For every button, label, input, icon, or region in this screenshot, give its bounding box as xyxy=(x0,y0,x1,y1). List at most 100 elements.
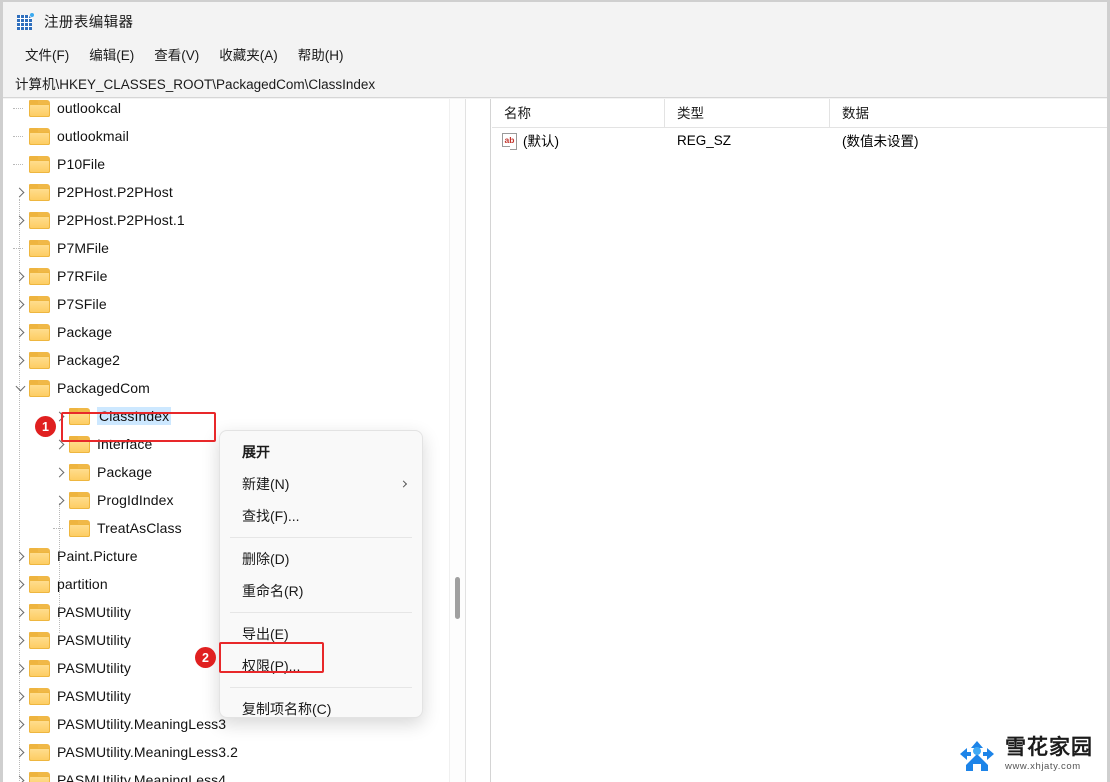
pane-splitter[interactable] xyxy=(466,99,491,782)
tree-item[interactable]: Package2 xyxy=(3,346,465,374)
ctx-rename[interactable]: 重命名(R) xyxy=(220,575,422,607)
value-name-cell: ab (默认) xyxy=(492,130,665,150)
tree-item[interactable]: Package xyxy=(3,318,465,346)
tree-item[interactable]: PASMUtility.MeaningLess4 xyxy=(3,766,465,782)
chevron-right-icon[interactable] xyxy=(11,766,29,782)
menu-file[interactable]: 文件(F) xyxy=(15,42,79,66)
chevron-right-icon[interactable] xyxy=(11,626,29,654)
menu-favorites[interactable]: 收藏夹(A) xyxy=(209,42,288,66)
tree-item-label: P7SFile xyxy=(57,296,107,312)
tree-leaf-spacer xyxy=(51,514,69,542)
tree-item-label: P2PHost.P2PHost xyxy=(57,184,173,200)
chevron-right-icon[interactable] xyxy=(51,458,69,486)
tree-item[interactable]: P10File xyxy=(3,150,465,178)
chevron-down-icon[interactable] xyxy=(11,374,29,402)
values-column-headers: 名称 类型 数据 xyxy=(492,98,1110,128)
tree-item-selected[interactable]: ClassIndex xyxy=(3,402,465,430)
column-header-name[interactable]: 名称 xyxy=(492,98,665,128)
chevron-right-icon xyxy=(399,480,408,488)
chevron-right-icon[interactable] xyxy=(51,486,69,514)
folder-icon xyxy=(29,183,50,201)
ctx-find[interactable]: 查找(F)... xyxy=(220,500,422,532)
tree-scrollbar-thumb[interactable] xyxy=(455,577,460,619)
ctx-new[interactable]: 新建(N) xyxy=(220,468,422,500)
menu-view[interactable]: 查看(V) xyxy=(144,42,209,66)
tree-item-label: Interface xyxy=(97,436,153,452)
tree-item[interactable]: outlookcal xyxy=(3,99,465,122)
value-type-cell: REG_SZ xyxy=(677,132,732,148)
column-header-data[interactable]: 数据 xyxy=(830,99,1110,128)
tree-item[interactable]: P7SFile xyxy=(3,290,465,318)
chevron-right-icon[interactable] xyxy=(11,290,29,318)
tree-item[interactable]: PASMUtility.MeaningLess3.2 xyxy=(3,738,465,766)
tree-item[interactable]: outlookmail xyxy=(3,122,465,150)
tree-item[interactable]: P2PHost.P2PHost.1 xyxy=(3,206,465,234)
chevron-right-icon[interactable] xyxy=(11,178,29,206)
context-menu-item-label: 删除(D) xyxy=(242,551,290,567)
registry-editor-icon xyxy=(17,11,35,30)
folder-icon xyxy=(29,575,50,593)
ctx-expand[interactable]: 展开 xyxy=(220,436,422,468)
chevron-right-icon[interactable] xyxy=(11,598,29,626)
tree-scrollbar[interactable] xyxy=(449,99,465,782)
folder-icon xyxy=(29,295,50,313)
context-menu-item-label: 展开 xyxy=(242,444,270,460)
folder-icon xyxy=(29,603,50,621)
menu-edit[interactable]: 编辑(E) xyxy=(79,42,144,66)
chevron-right-icon[interactable] xyxy=(11,570,29,598)
tree-item[interactable]: PackagedCom xyxy=(3,374,465,402)
value-row[interactable]: ab (默认) REG_SZ (数值未设置) xyxy=(492,128,1107,152)
folder-icon xyxy=(29,239,50,257)
step-badge-2: 2 xyxy=(195,647,216,668)
context-menu-item-label: 新建(N) xyxy=(242,476,290,492)
context-menu[interactable]: 展开 新建(N) 查找(F)... 删除(D) 重命名(R) 导出(E) 权限(P)... 复… xyxy=(219,430,423,718)
watermark-title: 雪花家园 xyxy=(1005,736,1093,759)
chevron-right-icon[interactable] xyxy=(11,710,29,738)
tree-item[interactable]: P7MFile xyxy=(3,234,465,262)
tree-item[interactable]: P7RFile xyxy=(3,262,465,290)
ctx-permissions[interactable]: 权限(P)... xyxy=(220,650,422,682)
context-menu-item-label: 导出(E) xyxy=(242,626,289,642)
chevron-right-icon[interactable] xyxy=(11,262,29,290)
column-header-type[interactable]: 类型 xyxy=(665,98,830,128)
folder-icon xyxy=(29,631,50,649)
folder-icon xyxy=(29,547,50,565)
folder-icon xyxy=(69,491,90,509)
address-bar[interactable]: 计算机\HKEY_CLASSES_ROOT\PackagedCom\ClassI… xyxy=(3,68,1107,98)
ctx-delete[interactable]: 删除(D) xyxy=(220,543,422,575)
tree-item-label: partition xyxy=(57,576,108,592)
folder-icon xyxy=(69,519,90,537)
chevron-right-icon[interactable] xyxy=(11,318,29,346)
chevron-right-icon[interactable] xyxy=(11,682,29,710)
tree-item-label: outlookmail xyxy=(57,128,129,144)
ctx-copy-key-name[interactable]: 复制项名称(C) xyxy=(220,693,422,725)
chevron-right-icon[interactable] xyxy=(51,430,69,458)
tree-item-label: PASMUtility xyxy=(57,604,131,620)
menu-bar: 文件(F) 编辑(E) 查看(V) 收藏夹(A) 帮助(H) xyxy=(3,40,1107,68)
tree-item-label: PackagedCom xyxy=(57,380,150,396)
folder-icon xyxy=(29,211,50,229)
string-value-icon: ab xyxy=(502,133,517,150)
menu-help[interactable]: 帮助(H) xyxy=(288,42,354,66)
tree-item-label: PASMUtility.MeaningLess3 xyxy=(57,716,227,732)
chevron-right-icon[interactable] xyxy=(11,206,29,234)
folder-icon xyxy=(29,771,50,782)
registry-values-pane[interactable]: 名称 类型 数据 ab (默认) REG_SZ (数值未设置) xyxy=(492,98,1110,782)
folder-icon xyxy=(29,379,50,397)
folder-icon xyxy=(29,715,50,733)
tree-item-label: P7RFile xyxy=(57,268,108,284)
tree-item-label: PASMUtility.MeaningLess4 xyxy=(57,772,227,782)
tree-leaf-spacer xyxy=(11,122,29,150)
tree-item[interactable]: P2PHost.P2PHost xyxy=(3,178,465,206)
chevron-right-icon[interactable] xyxy=(11,346,29,374)
context-menu-item-label: 权限(P)... xyxy=(242,658,301,674)
folder-icon xyxy=(69,435,90,453)
tree-leaf-spacer xyxy=(11,150,29,178)
folder-icon xyxy=(29,323,50,341)
ctx-export[interactable]: 导出(E) xyxy=(220,618,422,650)
chevron-right-icon[interactable] xyxy=(11,542,29,570)
chevron-right-icon[interactable] xyxy=(11,738,29,766)
chevron-right-icon[interactable] xyxy=(11,654,29,682)
tree-item-label: P2PHost.P2PHost.1 xyxy=(57,212,185,228)
folder-icon xyxy=(29,99,50,117)
